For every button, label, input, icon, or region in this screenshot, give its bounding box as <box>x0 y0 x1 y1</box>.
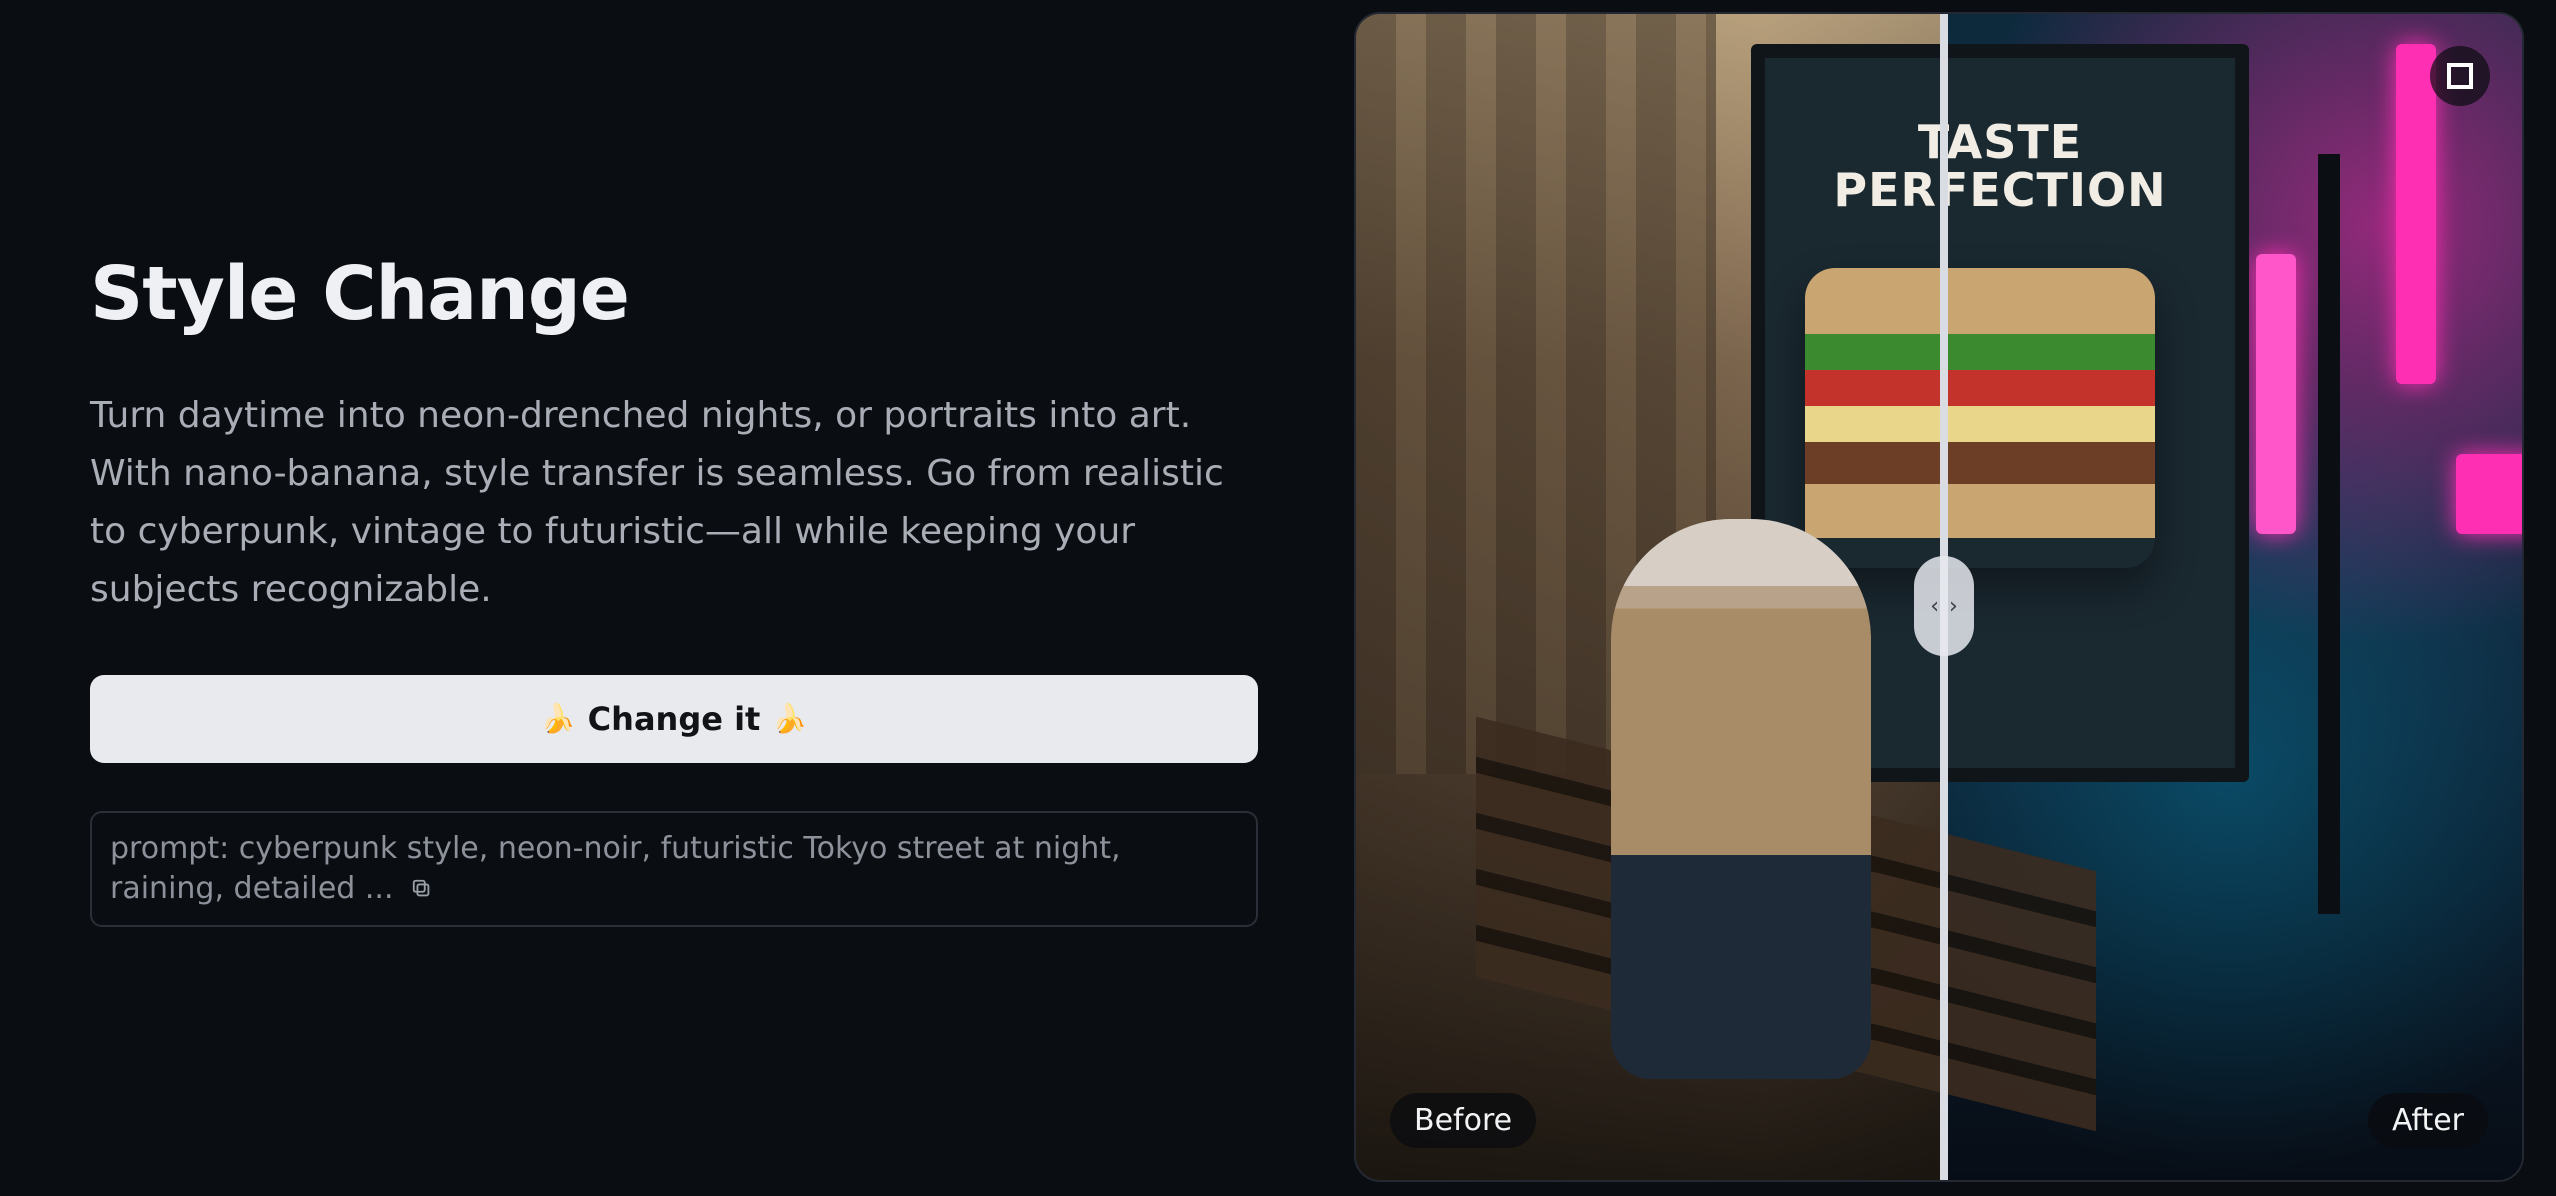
change-it-button[interactable]: 🍌 Change it 🍌 <box>90 674 1258 763</box>
neon-sign <box>2456 454 2522 534</box>
chevron-right-icon: › <box>1949 593 1958 619</box>
sandwich-image <box>1805 268 2155 568</box>
banana-icon: 🍌 <box>772 702 808 736</box>
poster-title: TASTE PERFECTION <box>1833 115 2167 217</box>
comparison-slider-handle[interactable]: ‹ › <box>1914 556 1974 656</box>
neon-sign <box>2396 44 2436 384</box>
fullscreen-button[interactable] <box>2430 46 2490 106</box>
prompt-text: prompt: cyberpunk style, neon-noir, futu… <box>110 830 1121 906</box>
man-reading-newspaper <box>1611 519 1871 1079</box>
before-label: Before <box>1390 1093 1537 1148</box>
feature-panel: Style Change Turn daytime into neon-dren… <box>90 250 1258 927</box>
after-label: After <box>2367 1093 2488 1148</box>
copy-icon[interactable] <box>411 878 433 900</box>
chevron-left-icon: ‹ <box>1930 593 1939 619</box>
fullscreen-icon <box>2447 63 2473 89</box>
neon-sign <box>2256 254 2296 534</box>
feature-title: Style Change <box>90 251 630 337</box>
banana-icon: 🍌 <box>540 702 576 736</box>
prompt-box: prompt: cyberpunk style, neon-noir, futu… <box>90 810 1258 927</box>
before-after-comparison[interactable]: TASTE PERFECTION ‹ › Before After <box>1354 12 2524 1182</box>
change-it-label: Change it <box>587 699 761 738</box>
street-lamp <box>2318 154 2340 914</box>
feature-description: Turn daytime into neon-drenched nights, … <box>90 394 1224 610</box>
